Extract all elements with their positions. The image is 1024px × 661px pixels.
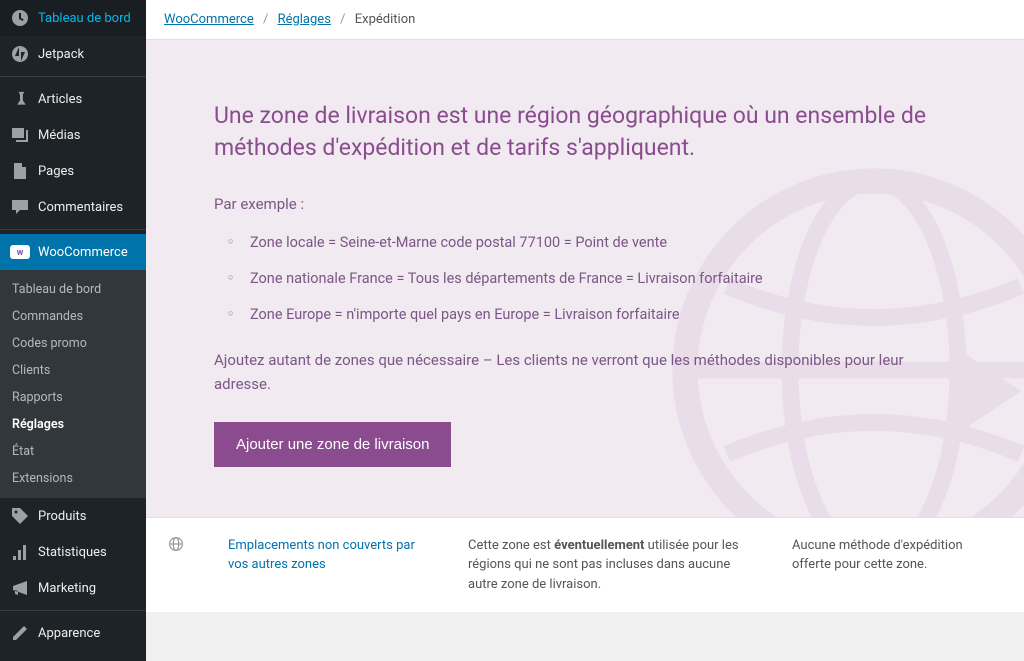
uncovered-zone-link[interactable]: Emplacements non couverts par vos autres… xyxy=(228,538,415,573)
sidebar-item-woocommerce[interactable]: w WooCommerce xyxy=(0,234,146,270)
products-icon xyxy=(10,506,30,526)
submenu-reports[interactable]: Rapports xyxy=(0,384,146,411)
sidebar-item-jetpack[interactable]: Jetpack xyxy=(0,36,146,72)
uncovered-zone-row: Emplacements non couverts par vos autres… xyxy=(146,517,1024,613)
sidebar-item-posts[interactable]: Articles xyxy=(0,81,146,117)
globe-bg-icon xyxy=(664,160,1024,517)
example-item: Zone nationale France = Tous les départe… xyxy=(234,268,956,290)
breadcrumb-current: Expédition xyxy=(355,12,416,27)
sidebar-label: WooCommerce xyxy=(38,245,128,260)
comments-icon xyxy=(10,197,30,217)
sidebar-label: Apparence xyxy=(38,626,100,641)
sidebar-label: Pages xyxy=(38,164,74,179)
submenu-settings[interactable]: Réglages xyxy=(0,411,146,438)
intro-examples-list: Zone locale = Seine-et-Marne code postal… xyxy=(214,232,956,325)
media-icon xyxy=(10,125,30,145)
submenu-status[interactable]: État xyxy=(0,438,146,465)
pin-icon xyxy=(10,89,30,109)
sidebar-label: Médias xyxy=(38,128,81,143)
sidebar-label: Tableau de bord xyxy=(38,11,131,26)
breadcrumb-separator: / xyxy=(340,12,345,27)
pages-icon xyxy=(10,161,30,181)
zone-name-column: Emplacements non couverts par vos autres… xyxy=(228,536,428,575)
breadcrumb: WooCommerce / Réglages / Expédition xyxy=(146,0,1024,40)
sidebar-label: Commentaires xyxy=(38,200,123,215)
sidebar-label: Statistiques xyxy=(38,545,107,560)
sidebar-item-dashboard[interactable]: Tableau de bord xyxy=(0,0,146,36)
menu-separator xyxy=(0,610,146,611)
sidebar-item-marketing[interactable]: Marketing xyxy=(0,570,146,606)
intro-heading: Une zone de livraison est une région géo… xyxy=(214,100,956,164)
sidebar-label: Produits xyxy=(38,509,87,524)
submenu-extensions[interactable]: Extensions xyxy=(0,465,146,492)
dashboard-icon xyxy=(10,8,30,28)
jetpack-icon xyxy=(10,44,30,64)
example-item: Zone locale = Seine-et-Marne code postal… xyxy=(234,232,956,254)
globe-icon xyxy=(168,536,188,556)
sidebar-item-comments[interactable]: Commentaires xyxy=(0,189,146,225)
breadcrumb-woocommerce[interactable]: WooCommerce xyxy=(164,12,254,27)
submenu-coupons[interactable]: Codes promo xyxy=(0,330,146,357)
sidebar-label: Articles xyxy=(38,92,82,107)
stats-icon xyxy=(10,542,30,562)
sidebar-label: Marketing xyxy=(38,581,96,596)
woocommerce-submenu: Tableau de bord Commandes Codes promo Cl… xyxy=(0,270,146,498)
sidebar-item-appearance[interactable]: Apparence xyxy=(0,615,146,651)
menu-separator xyxy=(0,229,146,230)
sidebar-label: Jetpack xyxy=(38,47,84,62)
appearance-icon xyxy=(10,623,30,643)
svg-text:w: w xyxy=(17,248,24,258)
submenu-customers[interactable]: Clients xyxy=(0,357,146,384)
add-zone-button[interactable]: Ajouter une zone de livraison xyxy=(214,422,451,467)
sidebar-item-statistics[interactable]: Statistiques xyxy=(0,534,146,570)
main-content: WooCommerce / Réglages / Expédition Une … xyxy=(146,0,1024,661)
marketing-icon xyxy=(10,578,30,598)
shipping-intro-box: Une zone de livraison est une région géo… xyxy=(146,40,1024,517)
zone-methods: Aucune méthode d'expédition offerte pour… xyxy=(792,536,1002,575)
woo-icon: w xyxy=(10,242,30,262)
admin-sidebar: Tableau de bord Jetpack Articles Médias … xyxy=(0,0,146,661)
submenu-dashboard[interactable]: Tableau de bord xyxy=(0,276,146,303)
sidebar-item-plugins[interactable]: Extensions xyxy=(0,651,146,661)
menu-separator xyxy=(0,76,146,77)
sidebar-item-media[interactable]: Médias xyxy=(0,117,146,153)
sidebar-item-products[interactable]: Produits xyxy=(0,498,146,534)
zone-description: Cette zone est éventuellement utilisée p… xyxy=(468,536,752,595)
sidebar-item-pages[interactable]: Pages xyxy=(0,153,146,189)
breadcrumb-separator: / xyxy=(263,12,268,27)
submenu-orders[interactable]: Commandes xyxy=(0,303,146,330)
example-item: Zone Europe = n'importe quel pays en Eur… xyxy=(234,304,956,326)
breadcrumb-settings[interactable]: Réglages xyxy=(278,12,331,27)
